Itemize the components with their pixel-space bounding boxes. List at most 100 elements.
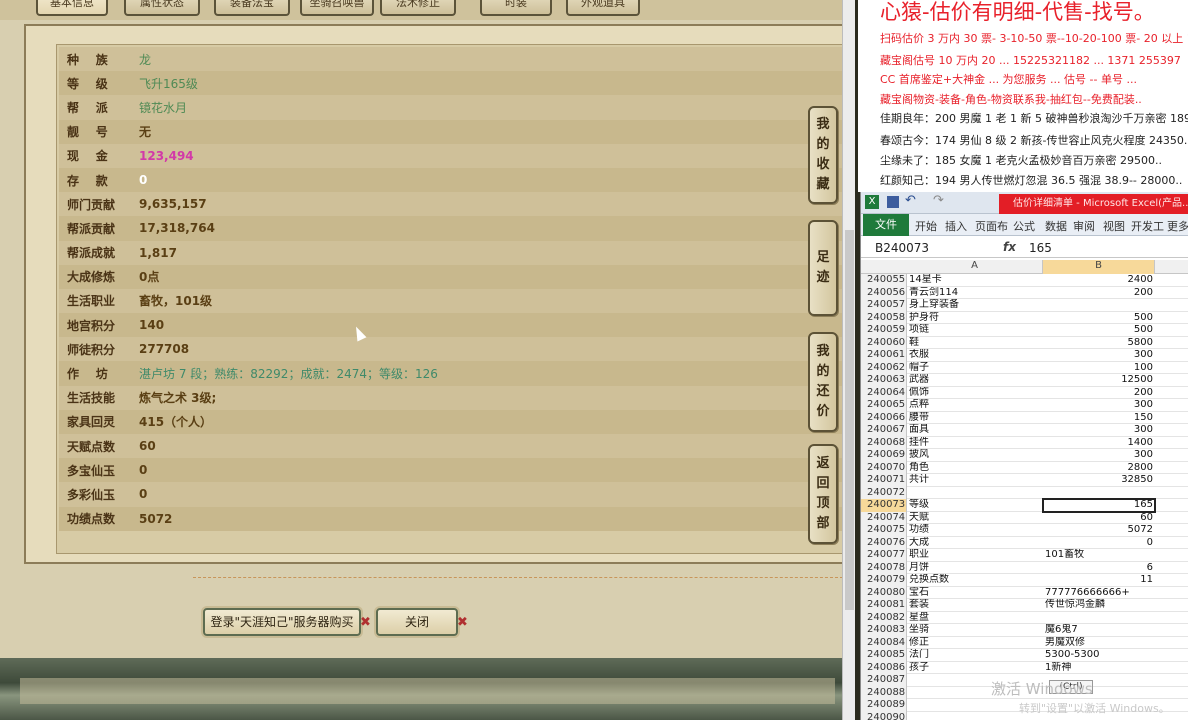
cell-b[interactable]: 1新神 (1043, 662, 1155, 675)
row-number[interactable]: 240075 (861, 524, 907, 537)
row-number[interactable]: 240088 (861, 686, 907, 699)
cell-a[interactable]: 法门 (909, 649, 1043, 662)
cell-b[interactable]: 2800 (1043, 462, 1155, 475)
cell-b[interactable]: 5300-5300 (1043, 649, 1155, 662)
row-number[interactable]: 240078 (861, 561, 907, 574)
ribbon-tab-5[interactable]: 数据 (1045, 218, 1067, 234)
ribbon-tab-3[interactable]: 页面布 (975, 218, 1008, 234)
cell-b[interactable]: 500 (1043, 312, 1155, 325)
cell-b[interactable]: 11 (1043, 574, 1155, 587)
column-a-header[interactable]: A (907, 260, 1043, 274)
fx-icon[interactable]: fx (1003, 240, 1016, 254)
row-number[interactable]: 240071 (861, 474, 907, 487)
ribbon-tab-0[interactable]: 文件 (863, 214, 909, 236)
undo-icon[interactable]: ↶ (905, 193, 916, 208)
ribbon-tab-4[interactable]: 公式 (1013, 218, 1035, 234)
ribbon-tab-9[interactable]: 更多 (1167, 218, 1188, 234)
row-number[interactable]: 240077 (861, 549, 907, 562)
cell-a[interactable]: 天赋 (909, 512, 1043, 525)
cell-b[interactable]: 6 (1043, 562, 1155, 575)
save-icon[interactable] (887, 196, 899, 208)
column-b-header[interactable]: B (1043, 260, 1155, 274)
ribbon-tab-7[interactable]: 视图 (1103, 218, 1125, 234)
row-number[interactable]: 240061 (861, 349, 907, 362)
cell-a[interactable]: 面具 (909, 424, 1043, 437)
cell-b[interactable]: 150 (1043, 412, 1155, 425)
row-number[interactable]: 240057 (861, 299, 907, 312)
cell-a[interactable]: 角色 (909, 462, 1043, 475)
row-number[interactable]: 240083 (861, 624, 907, 637)
cell-a[interactable]: 共计 (909, 474, 1043, 487)
row-number[interactable]: 240086 (861, 661, 907, 674)
tab-5[interactable]: 时装 (480, 0, 552, 16)
tab-2[interactable]: 装备法宝 (214, 0, 290, 16)
ribbon-tab-1[interactable]: 开始 (915, 218, 937, 234)
vertical-scrollbar[interactable] (842, 0, 855, 720)
cell-b[interactable]: 2400 (1043, 274, 1155, 287)
close-button[interactable]: 关闭 (376, 608, 458, 636)
cell-a[interactable]: 套装 (909, 599, 1043, 612)
ribbon-tab-2[interactable]: 插入 (945, 218, 967, 234)
row-number[interactable]: 240082 (861, 611, 907, 624)
row-number[interactable]: 240059 (861, 324, 907, 337)
row-number[interactable]: 240070 (861, 461, 907, 474)
cell-a[interactable]: 鞋 (909, 337, 1043, 350)
cell-b[interactable]: 5072 (1043, 524, 1155, 537)
row-number[interactable]: 240072 (861, 486, 907, 499)
cell-a[interactable]: 大成 (909, 537, 1043, 550)
row-number[interactable]: 240067 (861, 424, 907, 437)
cell-a[interactable]: 功绩 (909, 524, 1043, 537)
row-number[interactable]: 240064 (861, 386, 907, 399)
ribbon-tab-8[interactable]: 开发工 (1131, 218, 1164, 234)
ribbon-tab-6[interactable]: 审阅 (1073, 218, 1095, 234)
row-number[interactable]: 240055 (861, 274, 907, 287)
cell-a[interactable]: 披风 (909, 449, 1043, 462)
row-number[interactable]: 240076 (861, 536, 907, 549)
cell-a[interactable]: 修正 (909, 637, 1043, 650)
cell-b[interactable]: 500 (1043, 324, 1155, 337)
cell-a[interactable]: 身上穿装备 (909, 299, 1043, 312)
selected-cell[interactable]: 165 (1042, 498, 1156, 513)
cell-b[interactable]: 300 (1043, 424, 1155, 437)
cell-a[interactable]: 职业 (909, 549, 1043, 562)
cell-a[interactable]: 护身符 (909, 312, 1043, 325)
cell-a[interactable]: 兑换点数 (909, 574, 1043, 587)
redo-icon[interactable]: ↷ (933, 193, 944, 208)
scroll-thumb[interactable] (845, 230, 854, 610)
cell-a[interactable]: 点粹 (909, 399, 1043, 412)
cell-b[interactable]: 魔6鬼7 (1043, 624, 1155, 637)
cell-a[interactable]: 项链 (909, 324, 1043, 337)
side-button-1[interactable]: 足迹 (808, 220, 838, 316)
cell-a[interactable]: 星盘 (909, 612, 1043, 625)
side-button-3[interactable]: 返回顶部 (808, 444, 838, 544)
cell-a[interactable]: 武器 (909, 374, 1043, 387)
row-number[interactable]: 240084 (861, 636, 907, 649)
cell-b[interactable]: 300 (1043, 399, 1155, 412)
cell-b[interactable]: 5800 (1043, 337, 1155, 350)
cell-b[interactable]: 777776666666+ (1043, 587, 1155, 600)
tab-0[interactable]: 基本信息 (36, 0, 108, 16)
row-number[interactable]: 240085 (861, 649, 907, 662)
cell-b[interactable]: 12500 (1043, 374, 1155, 387)
cell-a[interactable]: 等级 (909, 499, 1043, 512)
name-box[interactable]: B240073 (875, 241, 957, 255)
row-number[interactable]: 240068 (861, 436, 907, 449)
cell-a[interactable]: 14星卡 (909, 274, 1043, 287)
cell-a[interactable]: 挂件 (909, 437, 1043, 450)
cell-a[interactable]: 孩子 (909, 662, 1043, 675)
cell-a[interactable]: 衣服 (909, 349, 1043, 362)
cell-a[interactable]: 佩饰 (909, 387, 1043, 400)
row-number[interactable]: 240062 (861, 361, 907, 374)
row-number[interactable]: 240074 (861, 511, 907, 524)
tab-4[interactable]: 法术修正 (380, 0, 456, 16)
row-number[interactable]: 240063 (861, 374, 907, 387)
row-number[interactable]: 240080 (861, 586, 907, 599)
cell-a[interactable]: 青云剑114 (909, 287, 1043, 300)
cell-b[interactable]: 300 (1043, 449, 1155, 462)
cell-b[interactable]: 32850 (1043, 474, 1155, 487)
row-number[interactable]: 240069 (861, 449, 907, 462)
cell-a[interactable]: 坐骑 (909, 624, 1043, 637)
cell-b[interactable]: 0 (1043, 537, 1155, 550)
row-number[interactable]: 240087 (861, 674, 907, 687)
tab-6[interactable]: 外观道具 (566, 0, 640, 16)
